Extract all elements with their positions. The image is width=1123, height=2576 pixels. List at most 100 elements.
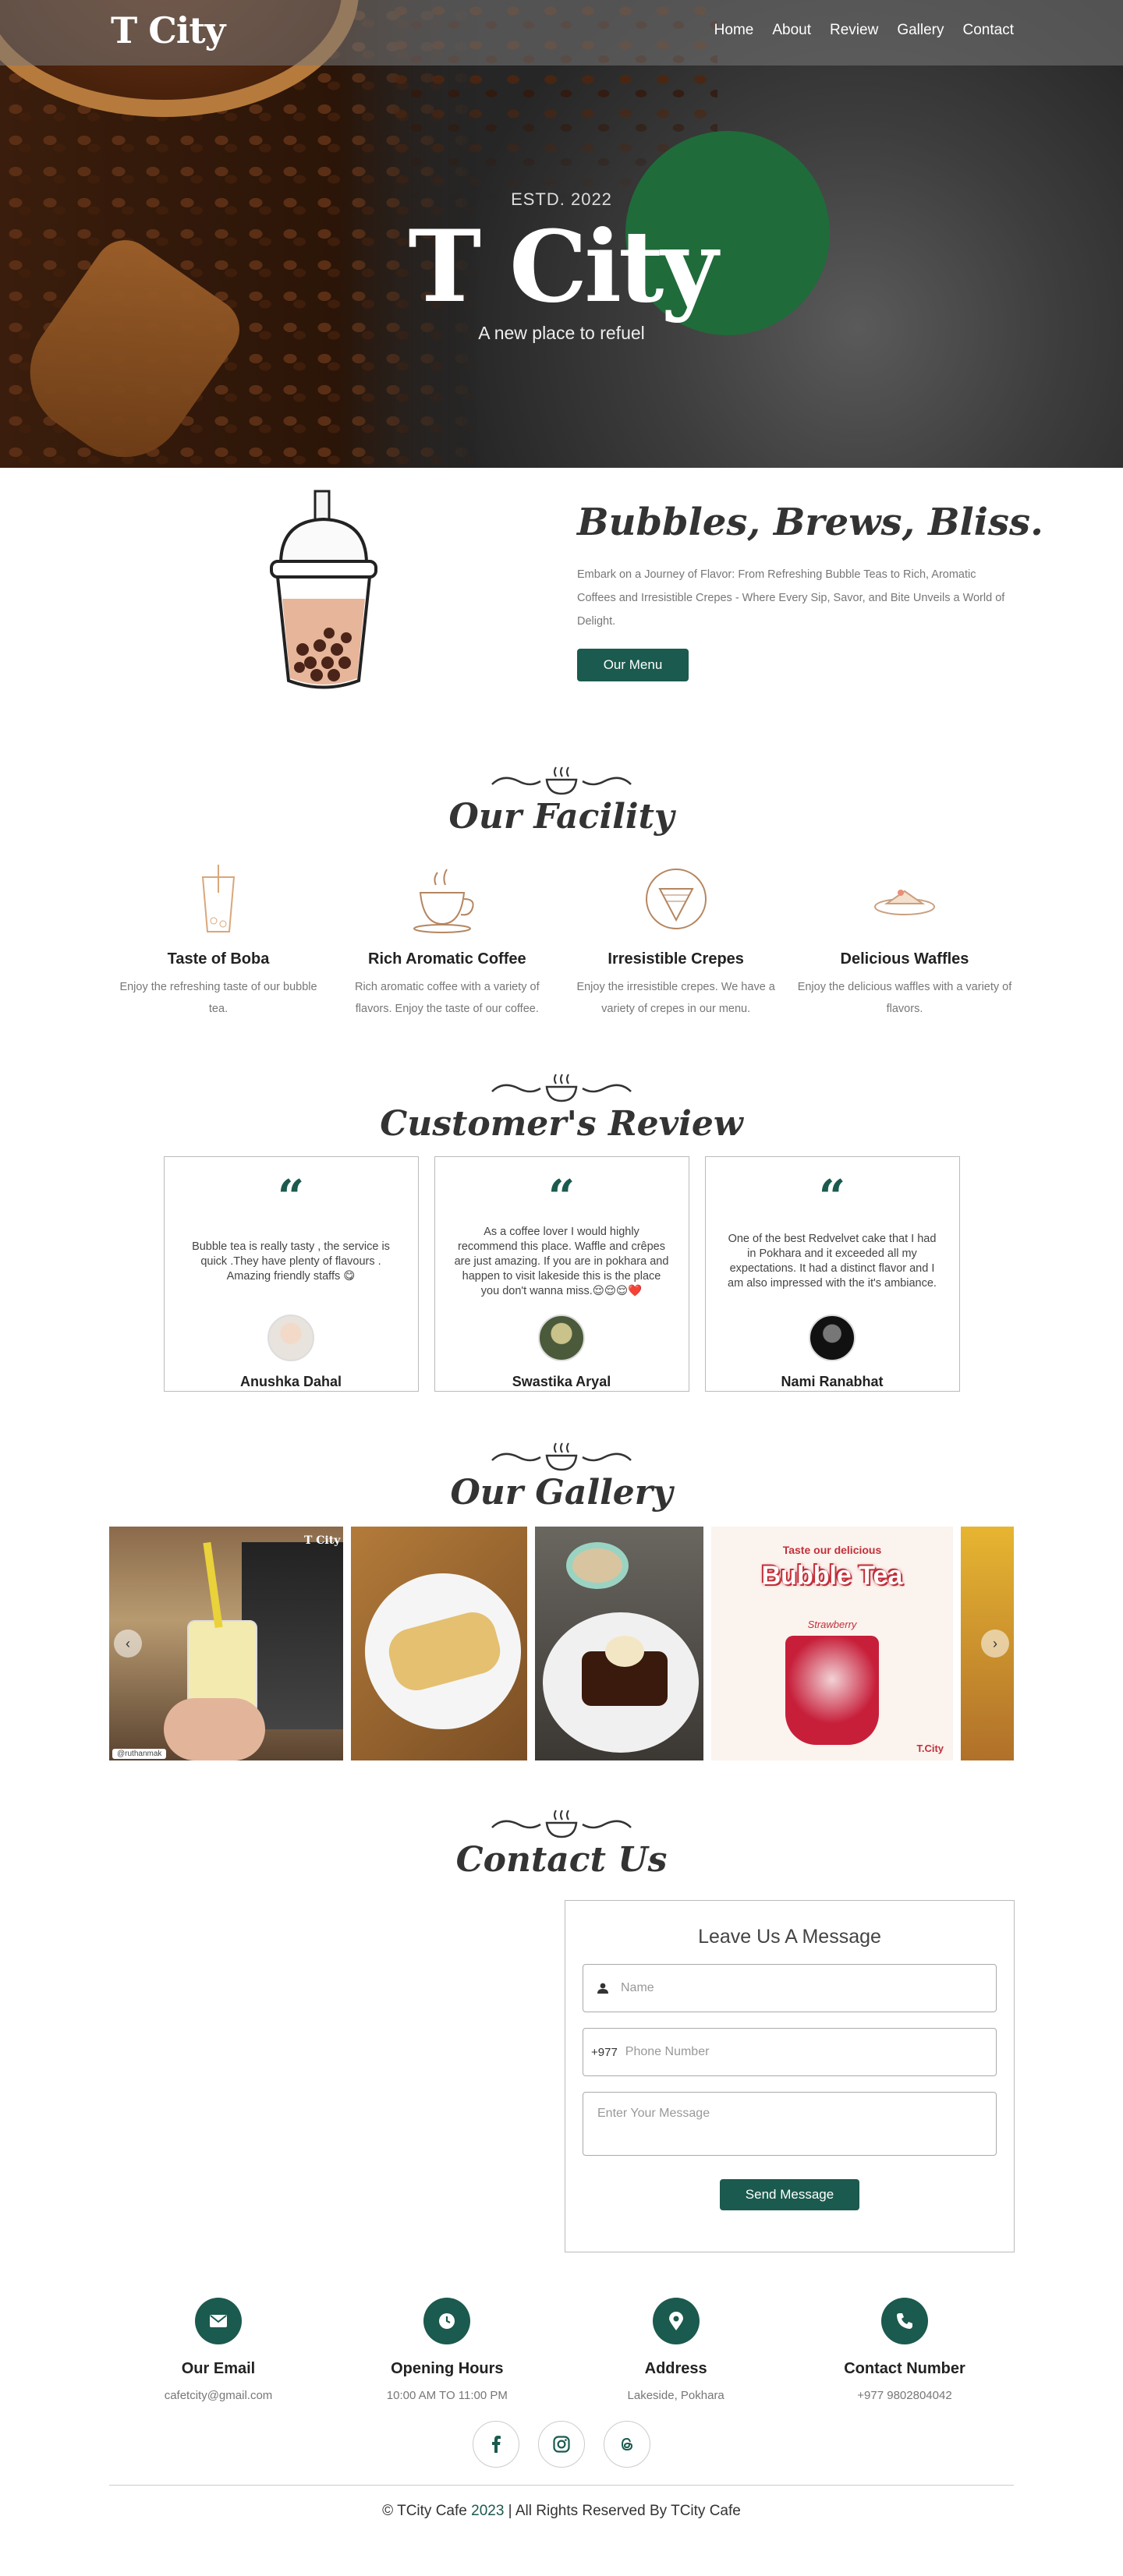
coffee-cup-sketch-icon bbox=[338, 860, 556, 938]
message-field[interactable]: Enter Your Message bbox=[583, 2092, 997, 2156]
info-value: 10:00 AM TO 11:00 PM bbox=[386, 2389, 508, 2402]
facility-card: Irresistible Crepes Enjoy the irresistib… bbox=[567, 860, 785, 1020]
info-card: Our Email cafetcity@gmail.com bbox=[109, 2298, 328, 2402]
facility-name: Taste of Boba bbox=[167, 950, 270, 968]
poster-title: Bubble Tea bbox=[761, 1561, 903, 1591]
info-card: Opening Hours 10:00 AM TO 11:00 PM bbox=[338, 2298, 556, 2402]
info-title: Address bbox=[644, 2360, 707, 2377]
info-title: Opening Hours bbox=[391, 2360, 504, 2377]
footer-prefix: © TCity Cafe bbox=[382, 2503, 472, 2519]
phone-field[interactable]: +977 Phone Number bbox=[583, 2028, 997, 2076]
hand bbox=[164, 1698, 265, 1760]
avatar bbox=[538, 1315, 585, 1361]
message-placeholder: Enter Your Message bbox=[597, 2107, 710, 2120]
latte-cup bbox=[566, 1542, 629, 1589]
facility-card: Rich Aromatic Coffee Rich aromatic coffe… bbox=[338, 860, 556, 1020]
send-message-button[interactable]: Send Message bbox=[720, 2179, 859, 2210]
review-text: Bubble tea is really tasty , the service… bbox=[192, 1240, 390, 1283]
review-card: “ Bubble tea is really tasty , the servi… bbox=[163, 1156, 419, 1392]
nav-review[interactable]: Review bbox=[830, 22, 878, 39]
photo-handle: @ruthanmak bbox=[112, 1749, 167, 1759]
intro-text: Embark on a Journey of Flavor: From Refr… bbox=[577, 568, 1005, 628]
phone-placeholder: Phone Number bbox=[625, 2045, 710, 2058]
contact-section: Contact Us Leave Us A Message Name +977 … bbox=[0, 1806, 1123, 2252]
reviewer-name: Nami Ranabhat bbox=[781, 1374, 884, 1389]
store-logo: T City bbox=[304, 1534, 341, 1547]
poster-cup bbox=[785, 1636, 879, 1745]
form-title: Leave Us A Message bbox=[698, 1926, 881, 1948]
brand-logo[interactable]: T City bbox=[111, 9, 225, 51]
name-field[interactable]: Name bbox=[583, 1964, 997, 2012]
info-value: +977 9802804042 bbox=[857, 2389, 952, 2402]
gallery-photo-brownie bbox=[535, 1527, 703, 1760]
facility-name: Rich Aromatic Coffee bbox=[368, 950, 526, 968]
facility-name: Delicious Waffles bbox=[840, 950, 969, 968]
info-value: Lakeside, Pokhara bbox=[627, 2389, 724, 2402]
info-title: Our Email bbox=[181, 2360, 256, 2377]
footer-divider bbox=[109, 2485, 1014, 2486]
waffle-sketch-icon bbox=[795, 860, 1014, 938]
ice-cream bbox=[605, 1636, 644, 1667]
avatar bbox=[809, 1315, 856, 1361]
threads-icon[interactable] bbox=[604, 2421, 650, 2468]
reviews-section: Customer's Review “ Bubble tea is really… bbox=[0, 1070, 1123, 1392]
facility-desc: Rich aromatic coffee with a variety of f… bbox=[354, 981, 540, 1015]
gallery-carousel[interactable]: T City @ruthanmak Taste our delicious Bu… bbox=[109, 1527, 1014, 1760]
hero-title: T City bbox=[408, 209, 717, 324]
poster-flavor: Strawberry bbox=[807, 1619, 857, 1630]
footer-suffix: | All Rights Reserved By TCity Cafe bbox=[504, 2503, 741, 2519]
coffee-ornament-icon bbox=[491, 1074, 632, 1102]
footer-year: 2023 bbox=[471, 2503, 505, 2519]
clock-icon bbox=[423, 2298, 471, 2344]
boba-sketch-icon bbox=[109, 860, 328, 938]
facebook-icon[interactable] bbox=[473, 2421, 519, 2468]
review-text: One of the best Redvelvet cake that I ha… bbox=[728, 1233, 937, 1290]
phone-prefix: +977 bbox=[591, 2045, 618, 2059]
nav-about[interactable]: About bbox=[772, 22, 811, 39]
poster-top: Taste our delicious bbox=[782, 1544, 882, 1556]
info-card: Address Lakeside, Pokhara bbox=[567, 2298, 785, 2402]
facility-section: Our Facility Taste of Boba Enjoy the ref… bbox=[0, 763, 1123, 1020]
our-menu-button[interactable]: Our Menu bbox=[577, 649, 689, 681]
quote-icon: “ bbox=[277, 1170, 305, 1225]
straw bbox=[203, 1541, 223, 1629]
intro-heading: Bubbles, Brews, Bliss. bbox=[577, 501, 1043, 544]
nav-home[interactable]: Home bbox=[714, 22, 754, 39]
hero-estd: ESTD. 2022 bbox=[511, 189, 612, 209]
name-placeholder: Name bbox=[621, 1981, 654, 1994]
facility-card: Taste of Boba Enjoy the refreshing taste… bbox=[109, 860, 328, 1020]
nav-contact[interactable]: Contact bbox=[963, 22, 1014, 39]
gallery-title: Our Gallery bbox=[450, 1473, 673, 1513]
gallery-photo-poster: Taste our delicious Bubble Tea Strawberr… bbox=[711, 1527, 953, 1760]
nav-gallery[interactable]: Gallery bbox=[897, 22, 944, 39]
bubble-tea-illustration bbox=[270, 490, 377, 689]
review-card: “ As a coffee lover I would highly recom… bbox=[434, 1156, 689, 1392]
gallery-section: Our Gallery T City @ruthanmak Taste our … bbox=[0, 1438, 1123, 1760]
gallery-prev-arrow[interactable]: ‹ bbox=[114, 1629, 142, 1658]
coffee-ornament-icon bbox=[491, 1810, 632, 1838]
envelope-icon bbox=[195, 2298, 242, 2344]
navbar: T City Home About Review Gallery Contact bbox=[0, 0, 1123, 65]
gallery-next-arrow[interactable]: › bbox=[981, 1629, 1009, 1658]
facility-name: Irresistible Crepes bbox=[608, 950, 744, 968]
info-title: Contact Number bbox=[844, 2360, 965, 2377]
reviews-title: Customer's Review bbox=[380, 1104, 743, 1144]
social-links bbox=[0, 2421, 1123, 2468]
hero-tagline: A new place to refuel bbox=[478, 323, 645, 343]
reviewer-name: Swastika Aryal bbox=[512, 1374, 611, 1389]
footer: © TCity Cafe 2023 | All Rights Reserved … bbox=[0, 2503, 1123, 2549]
coffee-ornament-icon bbox=[491, 766, 632, 795]
instagram-icon[interactable] bbox=[538, 2421, 585, 2468]
quote-icon: “ bbox=[818, 1170, 846, 1225]
facility-desc: Enjoy the refreshing taste of our bubble… bbox=[119, 981, 317, 1015]
nav-menu: Home About Review Gallery Contact bbox=[714, 22, 1014, 39]
avatar bbox=[267, 1315, 314, 1361]
map-pin-icon bbox=[652, 2298, 700, 2344]
reviewer-name: Anushka Dahal bbox=[239, 1374, 342, 1389]
contact-title: Contact Us bbox=[455, 1840, 668, 1880]
facility-desc: Enjoy the delicious waffles with a varie… bbox=[797, 981, 1012, 1015]
crepe-sketch-icon bbox=[567, 860, 785, 938]
coffee-ornament-icon bbox=[491, 1442, 632, 1471]
phone-icon bbox=[880, 2298, 928, 2344]
quote-icon: “ bbox=[547, 1170, 576, 1225]
